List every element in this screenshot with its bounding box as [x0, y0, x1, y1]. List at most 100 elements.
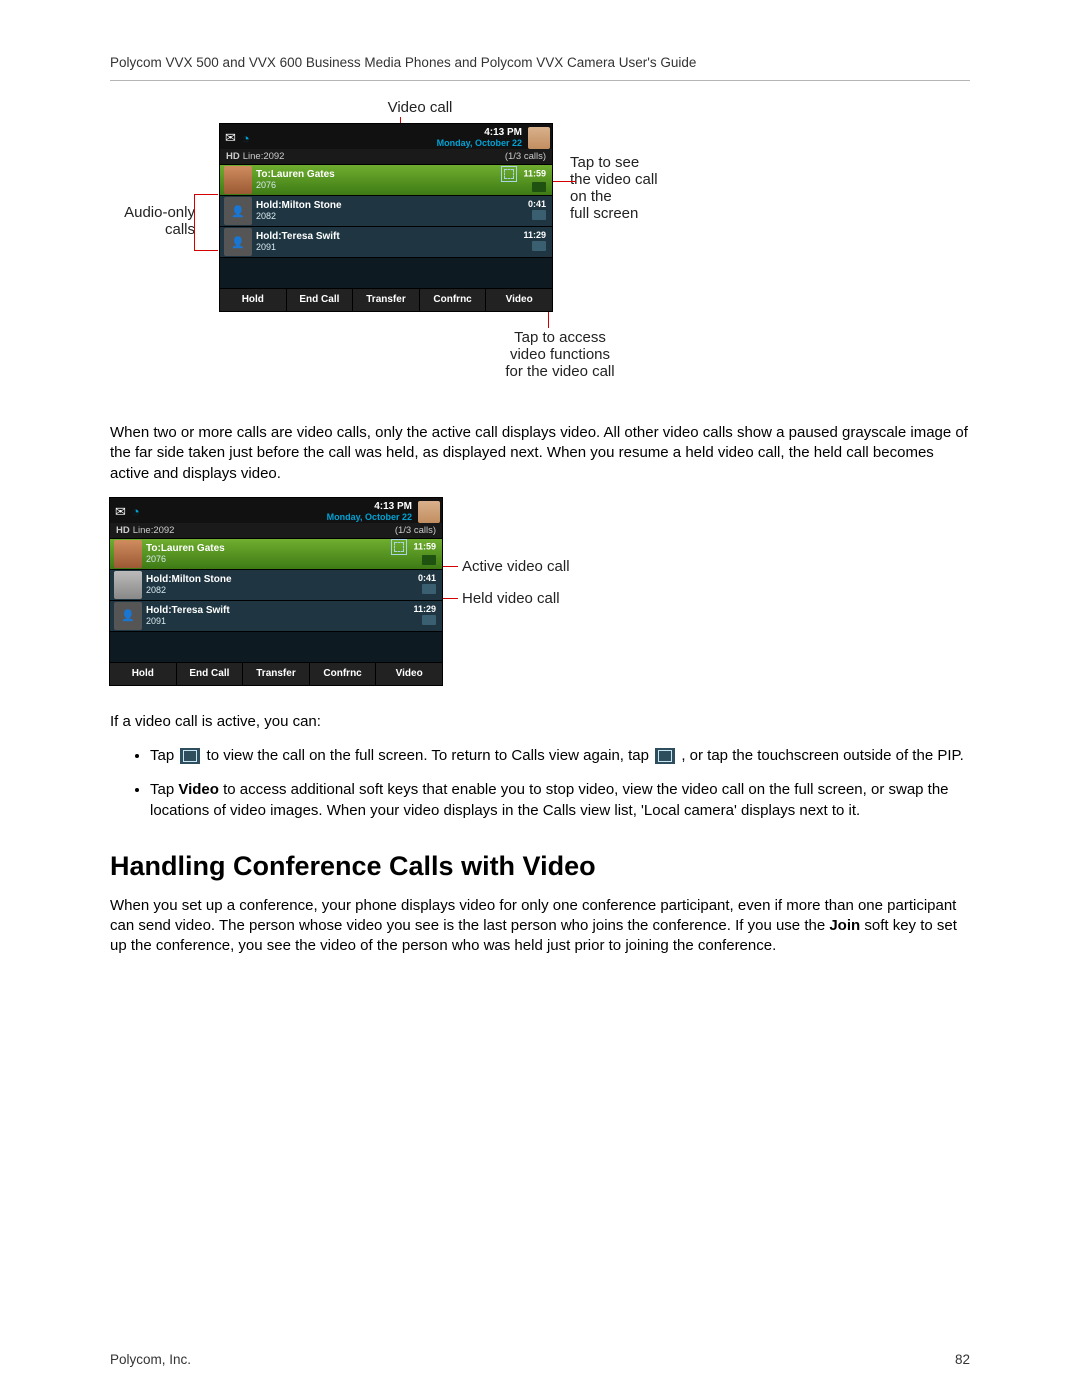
- avatar: [114, 540, 142, 568]
- time-block: 4:13 PM Monday, October 22: [437, 128, 524, 148]
- bullet-1: Tap to view the call on the full screen.…: [150, 746, 970, 766]
- para-3: When you set up a conference, your phone…: [110, 896, 970, 957]
- empty-row: [220, 258, 552, 289]
- softkey-endcall[interactable]: End Call: [287, 289, 354, 311]
- hold-icon: [532, 241, 546, 251]
- status-bar: ✉ ◔ 4:13 PM Monday, October 22: [110, 498, 442, 523]
- call-row[interactable]: Hold:Milton Stone 2082 0:41: [110, 570, 442, 601]
- collapse-icon: [655, 748, 675, 764]
- hd-badge: HD: [226, 151, 240, 162]
- call-prefix: Hold:: [256, 200, 282, 211]
- self-view-thumb: [528, 127, 550, 149]
- callout-video-functions: Tap to access video functions for the vi…: [480, 329, 640, 380]
- call-time: 11:59: [523, 168, 546, 178]
- call-prefix: Hold:: [146, 605, 172, 616]
- mail-icon: ✉: [225, 130, 236, 146]
- figure-1: Video call Audio-only calls Tap to see t…: [110, 99, 970, 409]
- bullet-list: Tap to view the call on the full screen.…: [150, 746, 970, 821]
- softkey-confrnc[interactable]: Confrnc: [310, 663, 377, 685]
- softkey-hold[interactable]: Hold: [220, 289, 287, 311]
- expand-icon: [180, 748, 200, 764]
- text: to access additional soft keys that enab…: [150, 781, 949, 818]
- call-time: 11:59: [413, 542, 436, 552]
- para-1: When two or more calls are video calls, …: [110, 423, 970, 484]
- call-ext: 2082: [146, 585, 386, 596]
- line-row: HD Line:2092 (1/3 calls): [110, 523, 442, 539]
- callout-video-call: Video call: [360, 99, 480, 116]
- call-prefix: To:: [256, 169, 271, 180]
- callout-audio-only: Audio-only calls: [110, 204, 195, 238]
- softkey-video[interactable]: Video: [376, 663, 442, 685]
- clock-icon: ◔: [132, 504, 140, 519]
- callout-held-video: Held video call: [462, 590, 560, 607]
- line-label: Line:2092: [133, 525, 175, 536]
- call-name: Milton Stone: [172, 574, 232, 585]
- status-time: 4:13 PM: [437, 128, 522, 138]
- line-label: Line:2092: [243, 151, 285, 162]
- softkey-bar: Hold End Call Transfer Confrnc Video: [220, 289, 552, 311]
- footer-company: Polycom, Inc.: [110, 1352, 191, 1367]
- para-2-intro: If a video call is active, you can:: [110, 712, 970, 732]
- call-row[interactable]: 👤 Hold:Milton Stone 2082 0:41: [220, 196, 552, 227]
- expand-icon[interactable]: [391, 539, 407, 555]
- avatar: 👤: [224, 228, 252, 256]
- text: , or tap the touchscreen outside of the …: [681, 747, 963, 764]
- figure-2: Active video call Held video call ✉ ◔ 4:…: [110, 498, 970, 698]
- call-ext: 2076: [146, 554, 386, 565]
- call-row[interactable]: 👤 Hold:Teresa Swift 2091 11:29: [110, 601, 442, 632]
- section-heading: Handling Conference Calls with Video: [110, 851, 970, 882]
- call-name: Lauren Gates: [161, 543, 225, 554]
- call-ext: 2082: [256, 211, 496, 222]
- call-row-active[interactable]: To:Lauren Gates 2076 11:59: [220, 165, 552, 196]
- avatar: 👤: [224, 197, 252, 225]
- text: to view the call on the full screen. To …: [207, 747, 654, 764]
- video-icon: [422, 555, 436, 565]
- call-name: Teresa Swift: [172, 605, 230, 616]
- callout-active-video: Active video call: [462, 558, 570, 575]
- call-ext: 2091: [256, 242, 496, 253]
- call-name: Lauren Gates: [271, 169, 335, 180]
- line-row: HD Line:2092 (1/3 calls): [220, 149, 552, 165]
- avatar: [224, 166, 252, 194]
- call-name: Milton Stone: [282, 200, 342, 211]
- hold-icon: [532, 210, 546, 220]
- text: Tap: [150, 781, 178, 798]
- header-rule: [110, 80, 970, 81]
- phone-screen-2: ✉ ◔ 4:13 PM Monday, October 22 HD Line:2…: [110, 498, 442, 685]
- call-ext: 2091: [146, 616, 386, 627]
- call-name: Teresa Swift: [282, 231, 340, 242]
- call-row-active[interactable]: To:Lauren Gates 2076 11:59: [110, 539, 442, 570]
- call-prefix: Hold:: [256, 231, 282, 242]
- status-date: Monday, October 22: [437, 138, 522, 148]
- bullet-2: Tap Video to access additional soft keys…: [150, 780, 970, 821]
- self-view-thumb: [418, 501, 440, 523]
- softkey-endcall[interactable]: End Call: [177, 663, 244, 685]
- call-prefix: Hold:: [146, 574, 172, 585]
- page-footer: Polycom, Inc. 82: [110, 1352, 970, 1367]
- softkey-video[interactable]: Video: [486, 289, 552, 311]
- call-row[interactable]: 👤 Hold:Teresa Swift 2091 11:29: [220, 227, 552, 258]
- call-count: (1/3 calls): [395, 525, 436, 536]
- phone-screen-1: ✉ ◔ 4:13 PM Monday, October 22 HD Line:2…: [220, 124, 552, 311]
- softkey-bar: Hold End Call Transfer Confrnc Video: [110, 663, 442, 685]
- text-bold: Video: [178, 781, 219, 798]
- softkey-transfer[interactable]: Transfer: [353, 289, 420, 311]
- softkey-hold[interactable]: Hold: [110, 663, 177, 685]
- softkey-transfer[interactable]: Transfer: [243, 663, 310, 685]
- avatar-grayscale: [114, 571, 142, 599]
- empty-row: [110, 632, 442, 663]
- call-count: (1/3 calls): [505, 151, 546, 162]
- call-time: 11:29: [523, 230, 546, 240]
- hold-icon: [422, 615, 436, 625]
- hold-icon: [422, 584, 436, 594]
- status-time: 4:13 PM: [327, 502, 412, 512]
- hd-badge: HD: [116, 525, 130, 536]
- video-icon: [532, 182, 546, 192]
- text: Tap: [150, 747, 178, 764]
- avatar: 👤: [114, 602, 142, 630]
- expand-icon[interactable]: [501, 166, 517, 182]
- softkey-confrnc[interactable]: Confrnc: [420, 289, 487, 311]
- call-time: 0:41: [528, 199, 546, 209]
- mail-icon: ✉: [115, 504, 126, 520]
- footer-page-number: 82: [955, 1352, 970, 1367]
